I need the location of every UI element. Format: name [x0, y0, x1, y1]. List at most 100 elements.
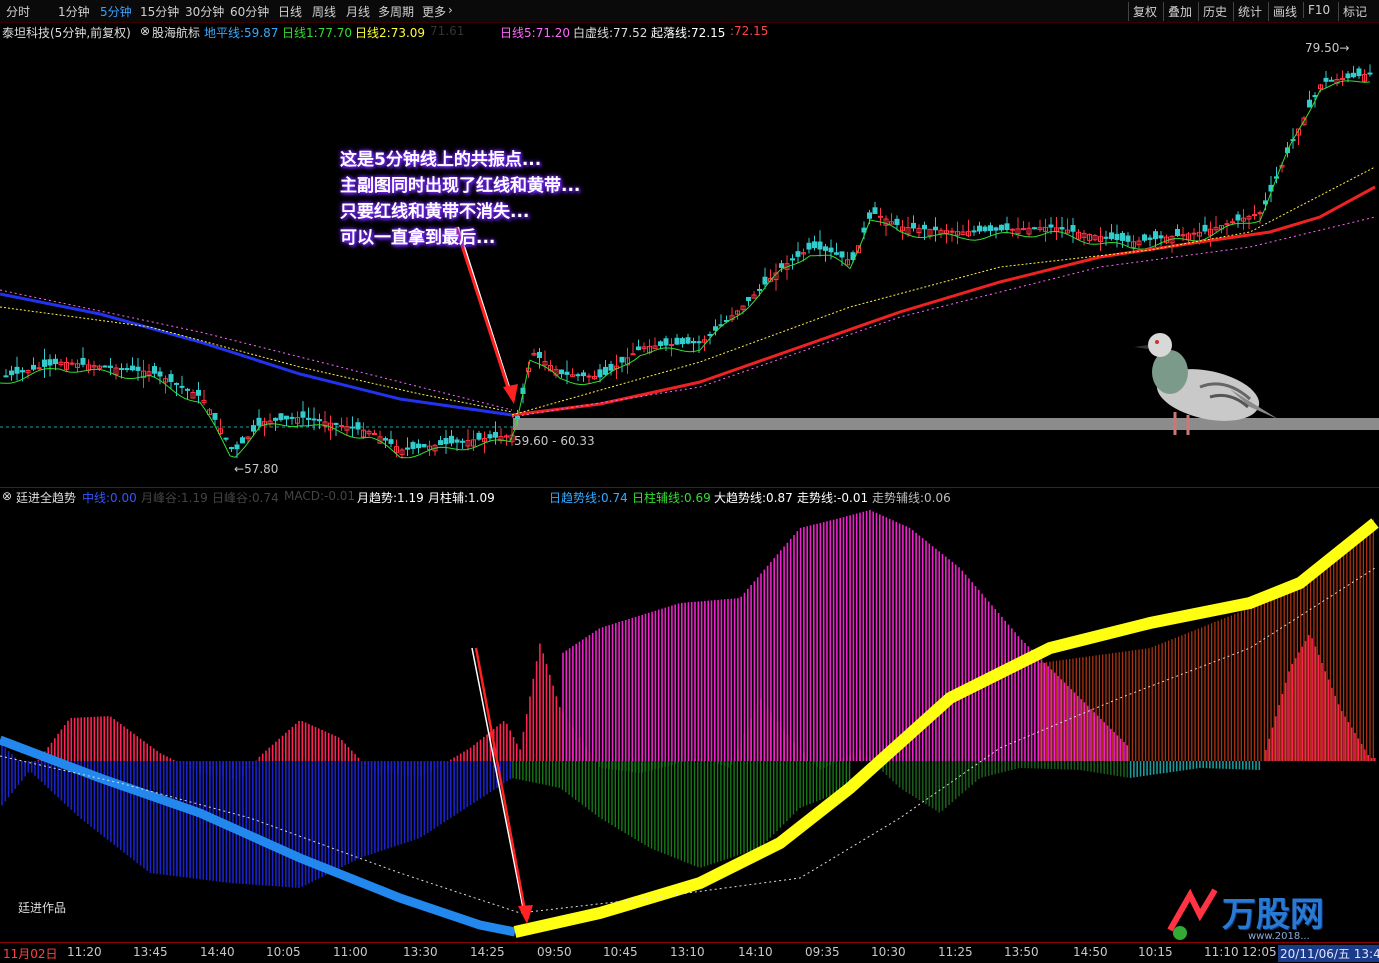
period-tab-multi[interactable]: 多周期 [378, 3, 414, 20]
period-tab-fenshi[interactable]: 分时 [6, 3, 30, 20]
draw-line-button[interactable]: 画线 [1268, 2, 1301, 21]
overlay-button[interactable]: 叠加 [1163, 2, 1196, 21]
chevron-right-icon[interactable]: › [448, 3, 453, 17]
candle-body [449, 435, 454, 444]
candle-body [795, 251, 801, 257]
period-tab-60min[interactable]: 60分钟 [230, 3, 269, 20]
candle-body [669, 344, 674, 347]
candle-body [1120, 232, 1125, 241]
fuquan-button[interactable]: 复权 [1128, 2, 1161, 21]
history-button[interactable]: 历史 [1198, 2, 1231, 21]
candle-body [790, 258, 795, 261]
mark-button[interactable]: 标记 [1338, 2, 1371, 21]
main-chart-panel[interactable]: 泰坦科技(5分钟,前复权) ⊗ 股海航标 地平线:59.87 日线1:77.70… [0, 22, 1379, 487]
candle-body [878, 215, 883, 218]
period-tab-day[interactable]: 日线 [278, 3, 302, 20]
time-label: 11:25 [938, 945, 973, 959]
period-tab-15min[interactable]: 15分钟 [140, 3, 179, 20]
candle-body [3, 375, 9, 378]
candle-body [1367, 72, 1373, 75]
time-label: 10:15 [1138, 945, 1173, 959]
time-label: 12:05 [1242, 945, 1277, 959]
candle-body [911, 222, 916, 229]
candle-body [300, 411, 306, 418]
period-tab-week[interactable]: 周线 [312, 3, 336, 20]
candle-body [537, 351, 542, 358]
candle-body [69, 362, 75, 365]
big-trend-label: 大趋势线:0.87 [714, 491, 793, 505]
candle-body [1147, 237, 1153, 240]
candle-body [1312, 95, 1318, 98]
current-time-badge: 20/11/06/五 13:40 [1278, 945, 1379, 962]
candle-body [355, 422, 361, 430]
candle-body [9, 370, 14, 376]
period-tab-month[interactable]: 月线 [346, 3, 370, 20]
month-peak-label: 月峰谷:1.19 [141, 491, 208, 505]
indicator-name[interactable]: 股海航标 [152, 24, 200, 41]
candle-body [603, 366, 608, 375]
day-peak-label: 日峰谷:0.74 [212, 491, 279, 505]
period-tab-more[interactable]: 更多 [422, 3, 446, 20]
candle-body [680, 338, 685, 345]
indicator-close-icon[interactable]: ⊗ [2, 489, 12, 503]
time-label: 14:50 [1073, 945, 1108, 959]
candle-body [14, 366, 20, 374]
candle-body [1070, 225, 1076, 232]
time-label: 10:05 [266, 945, 301, 959]
candle-body [1059, 227, 1065, 230]
candle-body [438, 440, 443, 445]
candle-body [713, 326, 718, 331]
period-tab-30min[interactable]: 30分钟 [185, 3, 224, 20]
period-toolbar: 分时 1分钟 5分钟 15分钟 30分钟 60分钟 日线 周线 月线 多周期 更… [0, 0, 1379, 23]
candle-body [350, 426, 355, 429]
candle-body [339, 424, 344, 427]
candle-body [922, 224, 927, 230]
midline-label: 中线:0.00 [82, 491, 137, 505]
trend-indicator-chart[interactable] [0, 488, 1379, 943]
time-label: 13:30 [403, 945, 438, 959]
candle-body [152, 366, 157, 374]
sub-indicator-name[interactable]: 廷进全趋势 [16, 489, 76, 506]
day-line2-label: 日线2:73.09 [355, 26, 426, 40]
candle-body [1252, 214, 1257, 216]
time-label: 11:10 [1204, 945, 1239, 959]
sub-indicator-panel[interactable]: ⊗ 廷进全趋势 中线:0.00 月峰谷:1.19 日峰谷:0.74 MACD:-… [0, 487, 1379, 943]
high-price-label: 79.50→ [1305, 41, 1350, 55]
month-bar-aux-label: 月柱辅:1.09 [428, 491, 495, 505]
day-bar-aux-label: 日柱辅线:0.69 [632, 491, 711, 505]
candle-body [658, 341, 663, 346]
candle-body [1125, 235, 1131, 242]
candle-body [410, 442, 416, 449]
day-line5-label: 日线5:71.20 [500, 26, 571, 40]
candle-body [894, 218, 900, 226]
candle-body [102, 365, 108, 368]
trend-aux-label: 走势辅线:0.06 [872, 491, 951, 505]
low-price-label: ←57.80 [234, 462, 279, 476]
candle-body [317, 419, 322, 422]
white-dash-label: 白虚线:77.52 [573, 26, 648, 40]
candle-body [575, 374, 581, 377]
candle-body [1345, 73, 1351, 79]
candle-body [416, 443, 421, 449]
horizon-line-label: 地平线:59.87 [204, 26, 279, 40]
candle-body [130, 365, 135, 371]
candle-body [1153, 231, 1158, 240]
candle-body [867, 212, 872, 219]
chart-close-icon[interactable]: ⊗ [140, 24, 150, 38]
candle-body [707, 334, 713, 337]
f10-button[interactable]: F10 [1303, 2, 1334, 18]
candle-body [157, 371, 163, 377]
candle-body [1175, 228, 1180, 236]
candle-body [1340, 78, 1345, 81]
candle-body [460, 440, 465, 443]
candle-body [229, 447, 234, 450]
candle-body [1158, 235, 1164, 239]
candle-body [289, 416, 295, 419]
period-tab-1min[interactable]: 1分钟 [58, 3, 90, 20]
period-tab-5min[interactable]: 5分钟 [100, 3, 132, 20]
stats-button[interactable]: 统计 [1233, 2, 1266, 21]
faded-label: 71.61 [430, 24, 465, 38]
day-line1-label: 日线1:77.70 [282, 26, 353, 40]
candle-body [696, 341, 702, 344]
candle-body [757, 288, 762, 291]
